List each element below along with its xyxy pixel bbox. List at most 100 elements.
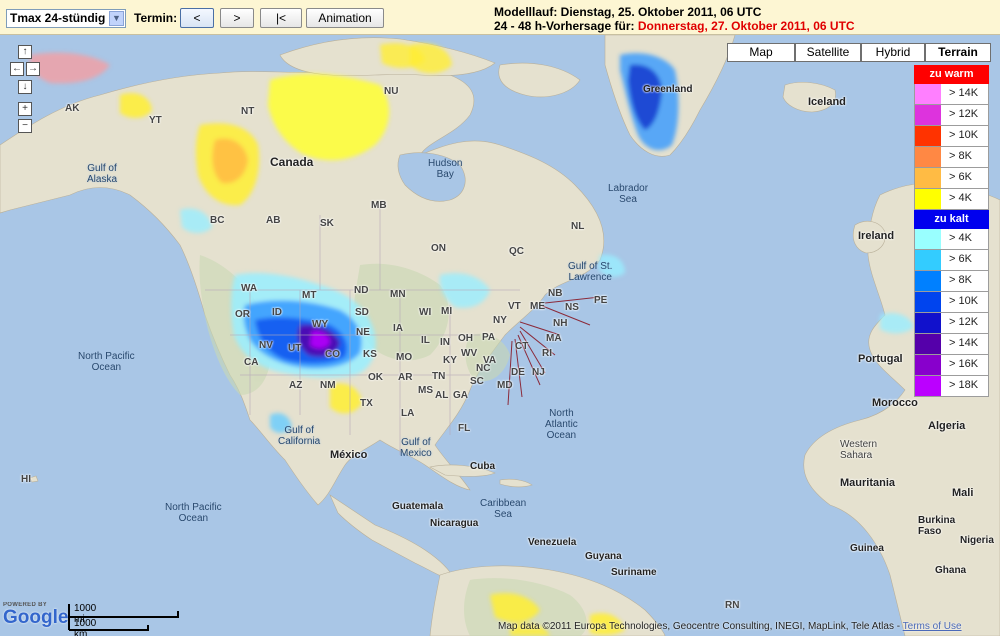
legend-cold-swatch: [915, 313, 941, 333]
legend-warm-label: > 8K: [949, 150, 972, 162]
label-mauritania: Mauritania: [840, 477, 896, 489]
legend-cold-label: > 14K: [949, 337, 979, 349]
legend-warm-label: > 6K: [949, 171, 972, 183]
label-hudson-bay: Hudson Bay: [428, 158, 463, 180]
pan-right-button[interactable]: →: [26, 62, 40, 76]
legend-cold-rows: > 4K > 6K > 8K > 10K > 12K > 14K > 16K > 18K: [914, 229, 989, 397]
maptype-hybrid-button[interactable]: Hybrid: [861, 43, 925, 62]
label-portugal: Portugal: [858, 353, 903, 365]
variable-select[interactable]: Tmax 24-stündig ▼: [6, 9, 126, 28]
label-mi: MI: [441, 306, 453, 317]
pan-left-button[interactable]: ←: [10, 62, 24, 76]
label-gulf-alaska: Gulf of Alaska: [87, 163, 118, 185]
label-nj: NJ: [532, 367, 545, 378]
label-nicaragua: Nicaragua: [430, 518, 479, 529]
label-ca: CA: [244, 357, 259, 368]
terms-of-use-link[interactable]: Terms of Use: [903, 621, 962, 632]
label-me: ME: [530, 301, 545, 312]
label-nd: ND: [354, 285, 369, 296]
label-cuba: Cuba: [470, 461, 495, 472]
label-guyana: Guyana: [585, 551, 622, 562]
animation-button[interactable]: Animation: [306, 8, 384, 28]
label-north-atlantic: North Atlantic Ocean: [545, 408, 578, 441]
label-tx: TX: [360, 398, 373, 409]
label-wi: WI: [419, 307, 432, 318]
label-al: AL: [435, 390, 449, 401]
label-wv: WV: [461, 348, 478, 359]
label-labrador-sea: Labrador Sea: [608, 183, 649, 205]
label-il: IL: [421, 335, 430, 346]
map-canvas[interactable]: Canada México Greenland Iceland Ireland …: [0, 35, 1000, 636]
label-ok: OK: [368, 372, 383, 383]
label-ab: AB: [266, 215, 281, 226]
pan-down-button[interactable]: ↓: [18, 80, 32, 94]
label-guinea: Guinea: [850, 543, 884, 554]
label-oh: OH: [458, 333, 473, 344]
maptype-map-button[interactable]: Map: [727, 43, 795, 62]
label-sc: SC: [470, 376, 484, 387]
label-ak: AK: [65, 103, 80, 114]
label-tn: TN: [432, 371, 446, 382]
scale-kilometers: 1000 km: [74, 618, 97, 636]
label-algeria: Algeria: [928, 420, 966, 432]
legend-warm-row: > 12K: [914, 105, 989, 126]
legend-cold-row: > 18K: [914, 376, 989, 397]
label-north-pacific-2: North Pacific Ocean: [165, 502, 222, 524]
legend-cold-row: > 6K: [914, 250, 989, 271]
zoom-out-button[interactable]: −: [18, 119, 32, 133]
toolbar: Tmax 24-stündig ▼ Termin: < > |< Animati…: [0, 0, 1000, 35]
first-button[interactable]: |<: [260, 8, 302, 28]
google-wordmark: Google: [3, 607, 69, 628]
label-ut: UT: [288, 343, 302, 354]
legend-cold-label: > 12K: [949, 316, 979, 328]
label-ar: AR: [398, 372, 413, 383]
label-bc: BC: [210, 215, 225, 226]
maptype-terrain-button[interactable]: Terrain: [925, 43, 991, 62]
label-ga: GA: [453, 390, 468, 401]
termin-label: Termin:: [134, 11, 178, 25]
legend-cold-row: > 14K: [914, 334, 989, 355]
legend-cold-swatch: [915, 292, 941, 312]
label-az: AZ: [289, 380, 303, 391]
legend-warm-row: > 6K: [914, 168, 989, 189]
label-nm: NM: [320, 380, 336, 391]
attribution-text: Map data ©2011 Europa Technologies, Geoc…: [498, 621, 903, 632]
label-nt: NT: [241, 106, 255, 117]
legend-warm-swatch: [915, 147, 941, 167]
legend-cold-row: > 16K: [914, 355, 989, 376]
label-nh: NH: [553, 318, 568, 329]
next-button[interactable]: >: [220, 8, 254, 28]
label-mexico: México: [330, 449, 368, 461]
label-canada: Canada: [270, 155, 314, 169]
label-ky: KY: [443, 355, 457, 366]
label-ma: MA: [546, 333, 562, 344]
label-hi: HI: [21, 474, 31, 485]
label-north-pacific-1: North Pacific Ocean: [78, 351, 135, 373]
label-nl: NL: [571, 221, 585, 232]
legend-cold-row: > 4K: [914, 229, 989, 250]
legend-cold-swatch: [915, 229, 941, 249]
zoom-in-button[interactable]: +: [18, 102, 32, 116]
legend-warm-label: > 14K: [949, 87, 979, 99]
legend-cold-swatch: [915, 376, 941, 396]
previous-button[interactable]: <: [180, 8, 214, 28]
label-gulf-mexico: Gulf of Mexico: [400, 437, 432, 459]
legend-cold-label: > 10K: [949, 295, 979, 307]
legend-cold-row: > 12K: [914, 313, 989, 334]
model-run-text: Modelllauf: Dienstag, 25. Oktober 2011, …: [494, 5, 762, 19]
label-burkina-faso: Burkina Faso: [918, 515, 956, 537]
label-va: VA: [483, 355, 497, 366]
pan-up-button[interactable]: ↑: [18, 45, 32, 59]
label-rn: RN: [725, 600, 740, 611]
google-logo[interactable]: POWERED BY Google: [3, 602, 68, 628]
legend-cold-swatch: [915, 271, 941, 291]
label-iceland: Iceland: [808, 96, 846, 108]
legend-warm-rows: > 14K > 12K > 10K > 8K > 6K > 4K: [914, 84, 989, 210]
label-ns: NS: [565, 302, 579, 313]
label-ia: IA: [393, 323, 403, 334]
legend-cold-swatch: [915, 250, 941, 270]
legend-cold-label: > 16K: [949, 358, 979, 370]
maptype-satellite-button[interactable]: Satellite: [795, 43, 861, 62]
chevron-down-icon[interactable]: ▼: [109, 11, 124, 26]
legend-cold-row: > 8K: [914, 271, 989, 292]
